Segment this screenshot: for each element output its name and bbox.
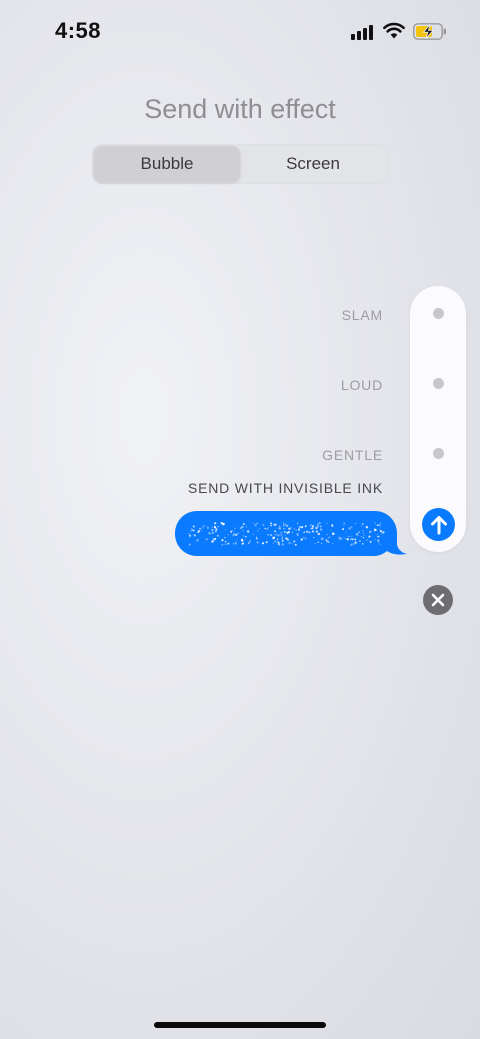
x-icon — [431, 593, 445, 607]
home-indicator[interactable] — [154, 1022, 326, 1028]
effect-label-slam[interactable]: SLAM — [342, 307, 383, 323]
arrow-up-icon — [430, 515, 447, 534]
invisible-ink-message-bubble — [175, 511, 407, 556]
effect-option-slam[interactable] — [433, 308, 444, 319]
effect-label-gentle[interactable]: GENTLE — [322, 447, 383, 463]
status-time: 4:58 — [55, 18, 102, 43]
effect-label-loud[interactable]: LOUD — [341, 377, 383, 393]
effect-option-gentle[interactable] — [433, 448, 444, 459]
battery-charging-icon — [413, 23, 446, 40]
effect-option-loud[interactable] — [433, 378, 444, 389]
send-button[interactable] — [422, 508, 455, 541]
tab-bubble[interactable]: Bubble — [94, 146, 240, 182]
status-bar: 4:58 — [0, 0, 480, 64]
tab-screen[interactable]: Screen — [240, 146, 386, 182]
effect-label-invisible-ink[interactable]: SEND WITH INVISIBLE INK — [188, 480, 383, 496]
close-button[interactable] — [423, 585, 453, 615]
wifi-icon — [383, 22, 405, 39]
cellular-signal-icon — [351, 24, 375, 40]
page-title: Send with effect — [144, 94, 336, 124]
effect-type-segmented-control: Bubble Screen — [92, 144, 388, 184]
effect-selector-panel — [410, 286, 466, 552]
